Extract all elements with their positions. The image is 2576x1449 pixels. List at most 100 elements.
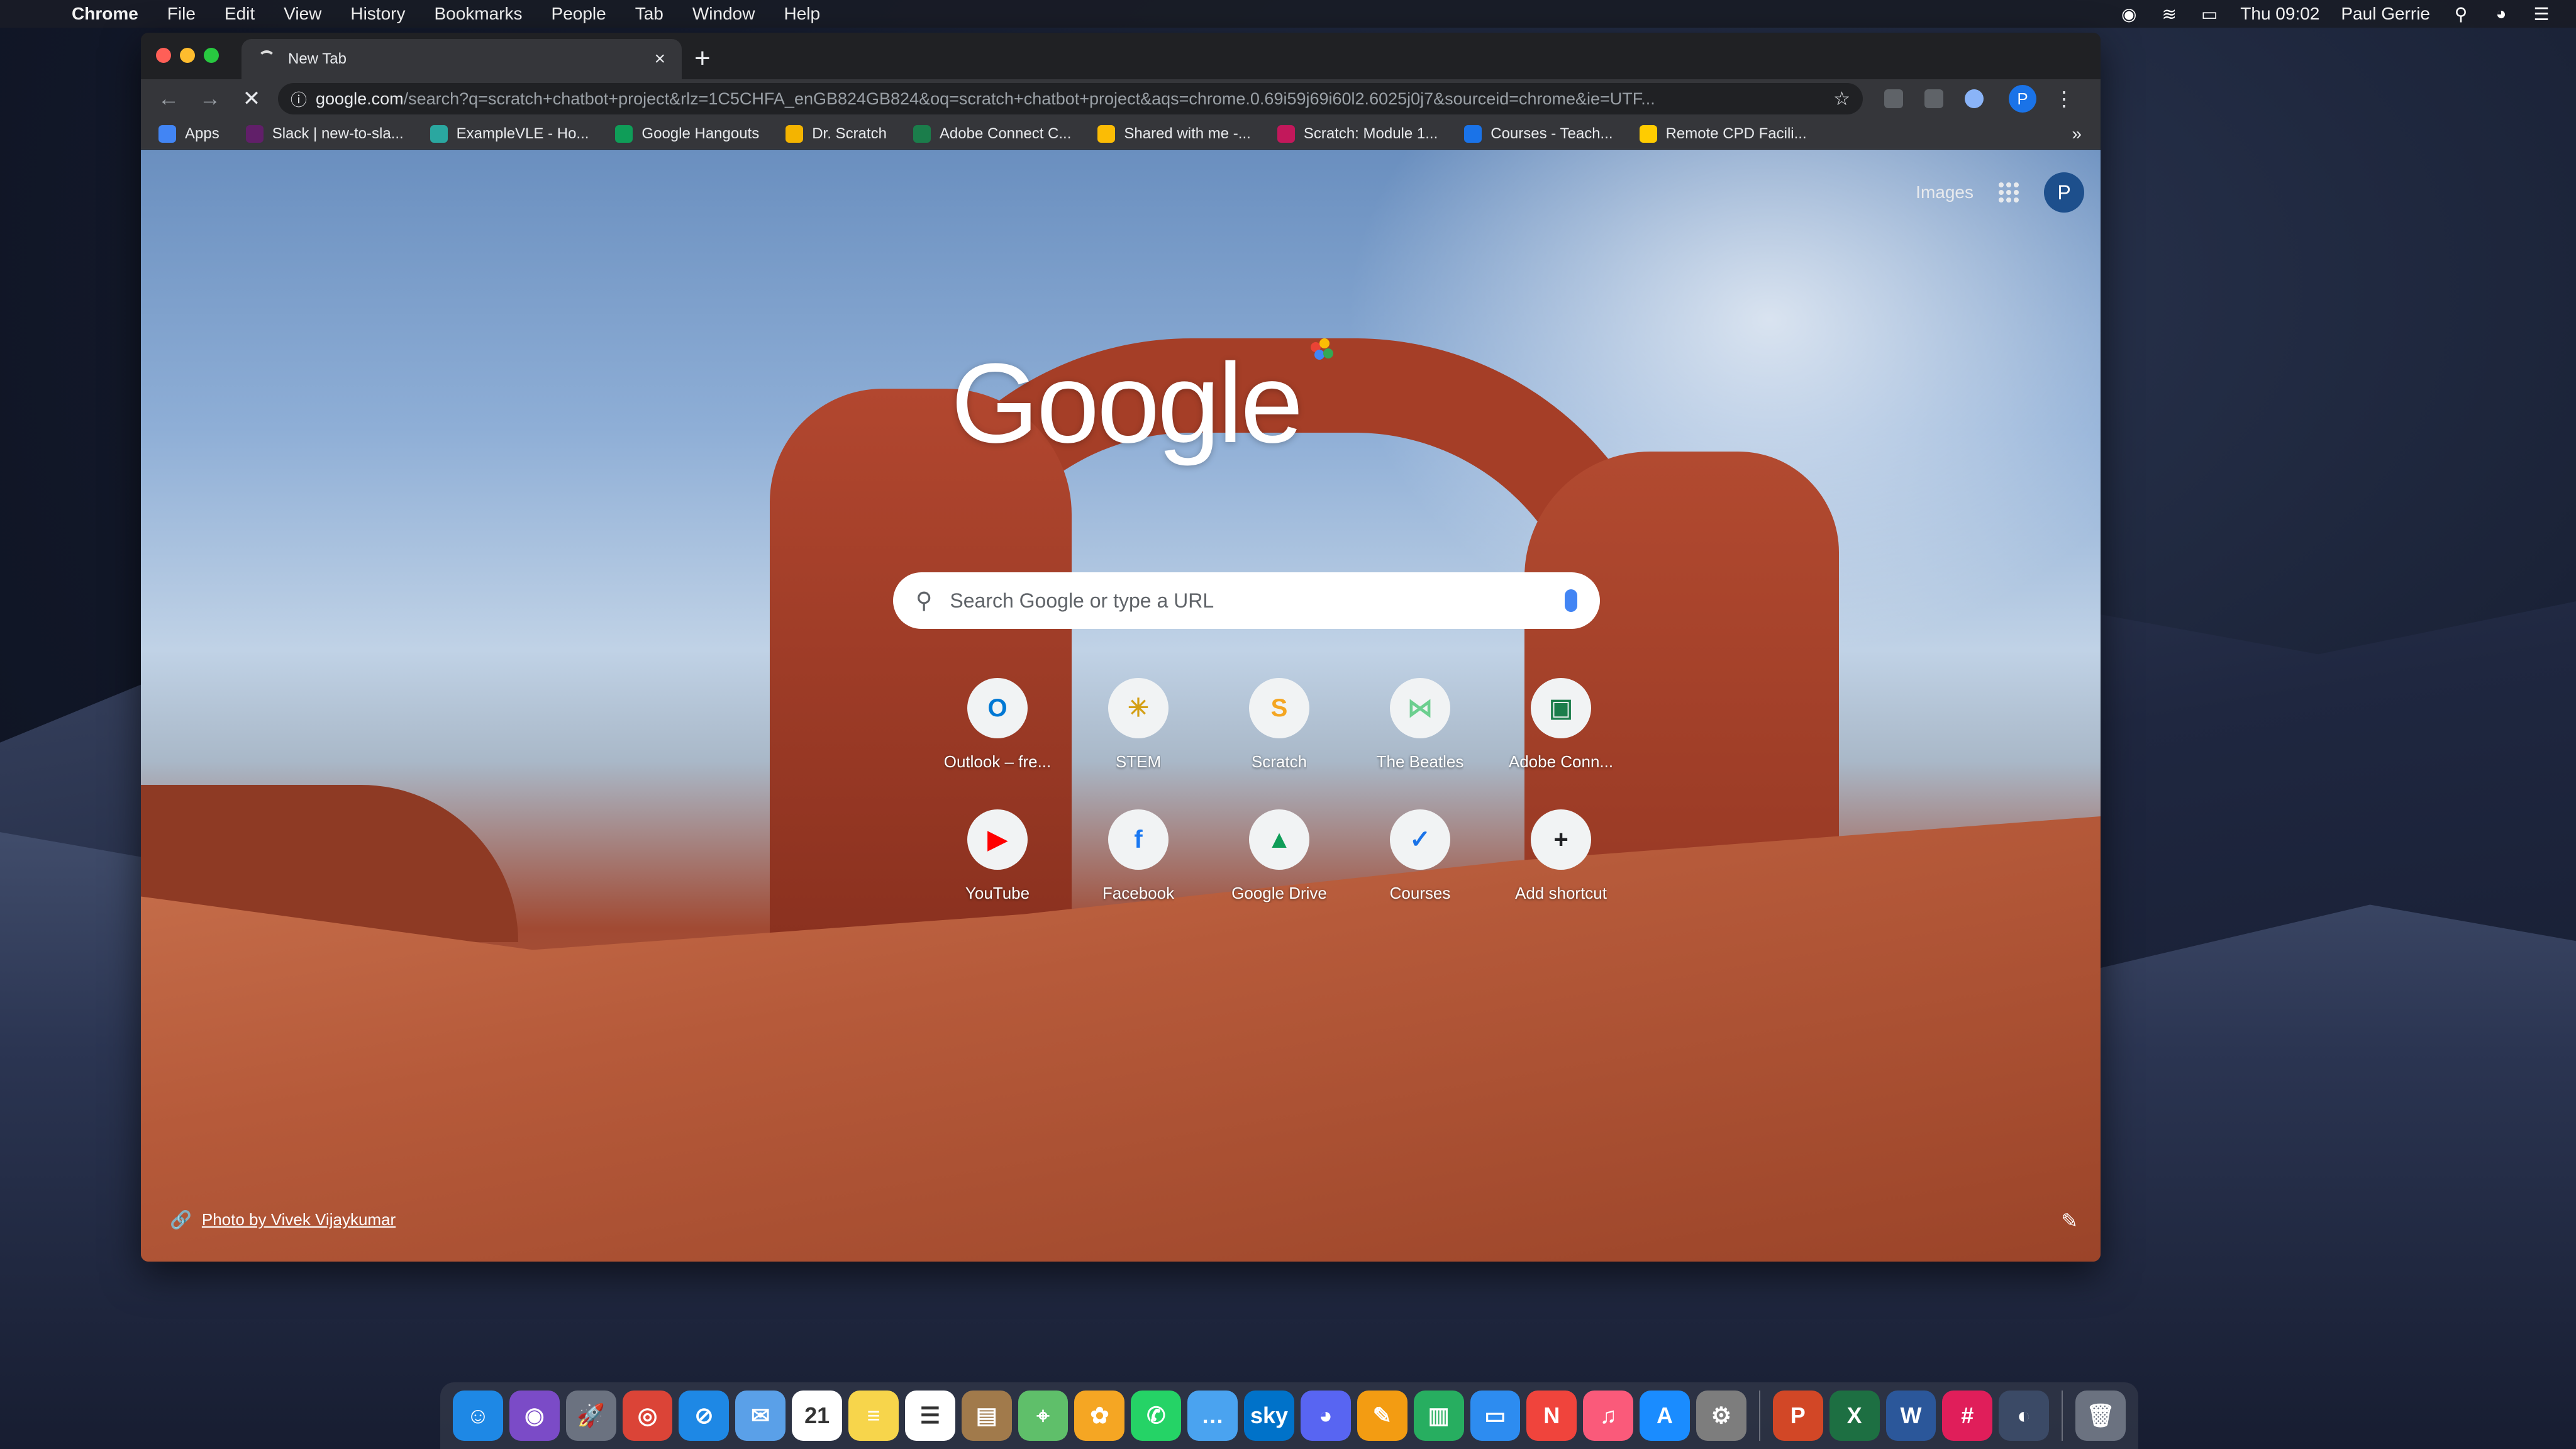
zoom-window-button[interactable]: [204, 48, 219, 63]
bookmark-item[interactable]: Slack | new-to-sla...: [245, 125, 404, 143]
shortcut-label: YouTube: [965, 884, 1030, 902]
dock-screen-share-icon[interactable]: ◐: [1999, 1391, 2050, 1441]
shortcut-tile[interactable]: ▶ YouTube: [927, 809, 1068, 903]
shortcut-label: The Beatles: [1376, 752, 1464, 771]
menubar-user[interactable]: Paul Gerrie: [2341, 4, 2430, 24]
dock-maps-icon[interactable]: ⌖: [1018, 1391, 1069, 1441]
dock-calendar-icon[interactable]: 21: [792, 1391, 843, 1441]
shortcut-tile[interactable]: ▣ Adobe Conn...: [1491, 678, 1631, 772]
airplay-icon[interactable]: ▭: [2200, 4, 2219, 24]
dock-sky-icon[interactable]: sky: [1244, 1391, 1294, 1441]
bookmark-item[interactable]: Scratch: Module 1...: [1277, 125, 1438, 143]
extension-icon[interactable]: [1884, 89, 1903, 108]
extension-icon[interactable]: [1924, 89, 1943, 108]
tab-title: New Tab: [288, 50, 347, 67]
menu-tab[interactable]: Tab: [635, 4, 663, 24]
dock-slack-icon[interactable]: #: [1942, 1391, 1993, 1441]
back-button[interactable]: ←: [155, 87, 182, 111]
chrome-menu-icon[interactable]: ⋮: [2054, 87, 2074, 111]
wifi-icon[interactable]: ≋: [2160, 4, 2179, 24]
dock-launchpad-icon[interactable]: 🚀: [565, 1391, 616, 1441]
profile-button[interactable]: P: [2009, 85, 2036, 113]
extension-icon[interactable]: [1965, 89, 1984, 108]
dock-safari-icon[interactable]: ⊘: [679, 1391, 730, 1441]
dock-notes-icon[interactable]: ≡: [848, 1391, 899, 1441]
bookmark-item[interactable]: Remote CPD Facili...: [1639, 125, 1807, 143]
dock-siri-icon[interactable]: ◉: [509, 1391, 560, 1441]
dock-whatsapp-icon[interactable]: ✆: [1131, 1391, 1182, 1441]
menu-window[interactable]: Window: [692, 4, 755, 24]
ntp-search-box[interactable]: ⚲: [893, 572, 1600, 629]
shortcut-tile[interactable]: S Scratch: [1209, 678, 1350, 772]
dock-messages-icon[interactable]: …: [1187, 1391, 1238, 1441]
menu-view[interactable]: View: [284, 4, 321, 24]
tab-new-tab[interactable]: New Tab ×: [242, 39, 682, 79]
shortcut-tile[interactable]: ▲ Google Drive: [1209, 809, 1350, 903]
status-area: ◉ ≋ ▭ Thu 09:02 Paul Gerrie ⚲ ◕ ☰: [2119, 4, 2551, 24]
dock-system-preferences-icon[interactable]: ⚙: [1696, 1391, 1746, 1441]
dock-numbers-icon[interactable]: ▥: [1413, 1391, 1464, 1441]
notification-center-icon[interactable]: ☰: [2532, 4, 2551, 24]
dock-word-icon[interactable]: W: [1885, 1391, 1936, 1441]
dock-news-icon[interactable]: N: [1526, 1391, 1577, 1441]
images-link[interactable]: Images: [1916, 182, 1974, 203]
close-window-button[interactable]: [156, 48, 171, 63]
search-input[interactable]: [950, 589, 1565, 613]
dock-photos-icon[interactable]: ✿: [1074, 1391, 1125, 1441]
bookmark-item[interactable]: Apps: [158, 125, 219, 143]
forward-button[interactable]: →: [196, 87, 224, 111]
photo-credit[interactable]: 🔗 Photo by Vivek Vijaykumar: [170, 1209, 396, 1230]
dock-app-store-icon[interactable]: A: [1640, 1391, 1690, 1441]
address-bar[interactable]: ⓘ google.com /search?q=scratch+chatbot+p…: [278, 83, 1863, 114]
stop-button[interactable]: ✕: [238, 86, 265, 111]
menu-people[interactable]: People: [552, 4, 606, 24]
bookmark-item[interactable]: Adobe Connect C...: [913, 125, 1071, 143]
shortcut-tile[interactable]: + Add shortcut: [1491, 809, 1631, 903]
dock-notebook-icon[interactable]: ▤: [961, 1391, 1012, 1441]
dock-reminders-icon[interactable]: ☰: [904, 1391, 955, 1441]
menu-history[interactable]: History: [350, 4, 405, 24]
new-tab-button[interactable]: +: [694, 43, 711, 74]
menubar-clock[interactable]: Thu 09:02: [2240, 4, 2319, 24]
dock-excel-icon[interactable]: X: [1829, 1391, 1880, 1441]
menu-help[interactable]: Help: [784, 4, 820, 24]
minimize-window-button[interactable]: [180, 48, 195, 63]
bookmark-item[interactable]: ExampleVLE - Ho...: [430, 125, 589, 143]
shortcut-tile[interactable]: ✓ Courses: [1350, 809, 1491, 903]
dock-music-icon[interactable]: ♫: [1583, 1391, 1634, 1441]
bookmarks-overflow-button[interactable]: »: [2072, 124, 2082, 144]
dock-finder-icon[interactable]: ☺: [453, 1391, 503, 1441]
customize-pencil-icon[interactable]: ✎: [2061, 1209, 2078, 1233]
menu-file[interactable]: File: [167, 4, 196, 24]
bookmark-item[interactable]: Google Hangouts: [615, 125, 759, 143]
screen-record-icon[interactable]: ◉: [2119, 4, 2138, 24]
shortcut-tile[interactable]: ✳ STEM: [1068, 678, 1209, 772]
dock-trash-icon[interactable]: 🗑: [2075, 1391, 2126, 1441]
dock-powerpoint-icon[interactable]: P: [1772, 1391, 1823, 1441]
dock-pages-icon[interactable]: ✎: [1357, 1391, 1407, 1441]
bookmark-item[interactable]: Dr. Scratch: [786, 125, 887, 143]
account-avatar[interactable]: P: [2044, 172, 2084, 213]
shortcut-tiles: O Outlook – fre... ✳ STEM S Scratch ⋈ The Beatl…: [927, 678, 1631, 903]
dock-mail-icon[interactable]: ✉: [735, 1391, 786, 1441]
menu-edit[interactable]: Edit: [225, 4, 255, 24]
dock-chrome-icon[interactable]: ◎: [622, 1391, 673, 1441]
bookmark-favicon-icon: [245, 125, 264, 143]
bookmark-item[interactable]: Shared with me -...: [1097, 125, 1251, 143]
bookmark-item[interactable]: Courses - Teach...: [1464, 125, 1613, 143]
google-apps-icon[interactable]: [1999, 182, 2019, 203]
menu-app-name[interactable]: Chrome: [72, 4, 138, 24]
shortcut-tile[interactable]: O Outlook – fre...: [927, 678, 1068, 772]
dock-discord-icon[interactable]: ◕: [1300, 1391, 1351, 1441]
bookmark-star-icon[interactable]: ☆: [1833, 88, 1850, 110]
shortcut-tile[interactable]: ⋈ The Beatles: [1350, 678, 1491, 772]
shortcut-tile[interactable]: f Facebook: [1068, 809, 1209, 903]
spotlight-icon[interactable]: ⚲: [2451, 4, 2470, 24]
microphone-icon[interactable]: [1565, 589, 1577, 612]
tab-close-icon[interactable]: ×: [654, 48, 665, 70]
site-info-icon[interactable]: ⓘ: [291, 87, 307, 111]
dock-keynote-icon[interactable]: ▭: [1470, 1391, 1521, 1441]
menu-bookmarks[interactable]: Bookmarks: [434, 4, 522, 24]
siri-icon[interactable]: ◕: [2492, 4, 2511, 23]
photo-credit-link[interactable]: Photo by Vivek Vijaykumar: [202, 1210, 396, 1230]
